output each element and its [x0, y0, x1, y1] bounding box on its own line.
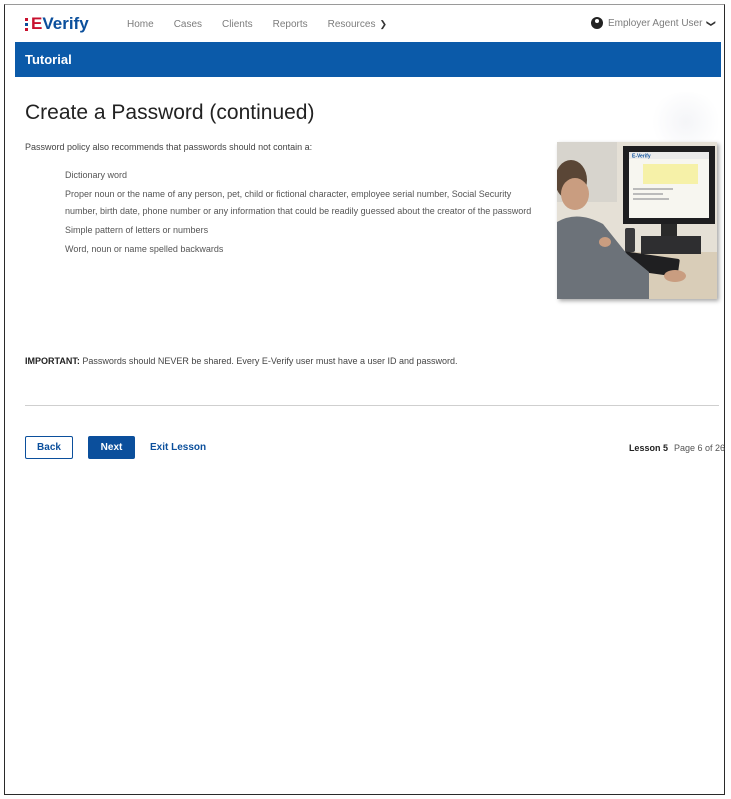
list-item: Word, noun or name spelled backwards — [65, 244, 224, 254]
logo-flag-icon — [25, 17, 28, 31]
user-menu[interactable]: Employer Agent User ❯ — [590, 17, 717, 29]
user-account-icon — [590, 17, 603, 29]
nav-resources[interactable]: Resources ❯ — [328, 19, 387, 30]
important-label: IMPORTANT: — [25, 356, 80, 366]
nav-cases[interactable]: Cases — [174, 19, 202, 30]
lesson-number: Lesson 5 — [628, 443, 668, 453]
logo-text: Verify — [42, 14, 89, 33]
page-title: Create a Password (continued) — [25, 101, 315, 124]
password-restrictions-list: Dictionary word Proper noun or the name … — [65, 167, 540, 260]
list-item: Proper noun or the name of any person, p… — [65, 189, 532, 216]
content-divider — [25, 405, 719, 406]
important-text: Passwords should NEVER be shared. Every … — [79, 356, 458, 366]
nav-links: Home Cases Clients Reports Resources ❯ — [127, 19, 387, 30]
nav-clients[interactable]: Clients — [222, 19, 253, 30]
exit-lesson-link[interactable]: Exit Lesson — [150, 442, 206, 453]
person-at-computer-photo: E-Verify — [557, 142, 717, 299]
back-button[interactable]: Back — [25, 436, 73, 459]
tutorial-banner: Tutorial — [15, 42, 721, 77]
logo-e: E — [31, 14, 43, 33]
photo-illustration: E-Verify — [557, 142, 717, 299]
chevron-down-icon: ❯ — [706, 19, 717, 27]
next-button[interactable]: Next — [88, 436, 135, 459]
intro-text: Password policy also recommends that pas… — [25, 142, 313, 152]
nav-home[interactable]: Home — [127, 19, 154, 30]
list-item: Simple pattern of letters or numbers — [65, 225, 209, 235]
lesson-pager: Lesson 5 Page 6 of 26 — [629, 443, 725, 453]
top-navigation: E Verify Home Cases Clients Reports Reso… — [15, 6, 727, 42]
banner-title: Tutorial — [25, 52, 72, 67]
user-name: Employer Agent User — [607, 17, 703, 29]
screen-logo: E-Verify — [632, 154, 651, 160]
everify-logo[interactable]: E Verify — [25, 14, 89, 34]
nav-resources-label: Resources — [327, 19, 376, 30]
chevron-down-icon: ❯ — [379, 19, 387, 29]
important-notice: IMPORTANT: Passwords should NEVER be sha… — [25, 356, 458, 366]
page-count: Page 6 of 26 — [673, 443, 725, 453]
nav-reports[interactable]: Reports — [273, 19, 308, 30]
list-item: Dictionary word — [65, 170, 128, 180]
